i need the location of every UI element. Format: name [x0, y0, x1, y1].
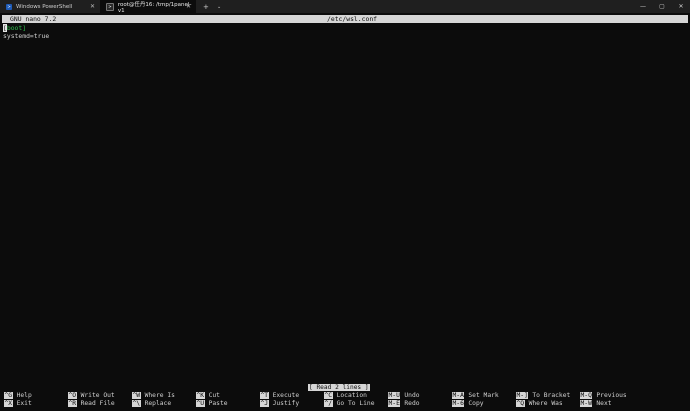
shortcut-key: ^Q — [516, 400, 525, 407]
shortcut-key: ^G — [4, 392, 13, 399]
line-text: boot] — [6, 24, 27, 32]
shortcut-replace: ^\ Replace — [132, 400, 171, 408]
shortcut-where-is: ^W Where Is — [132, 392, 175, 400]
shortcut-key: M-A — [452, 392, 465, 399]
nano-version: GNU nano 7.2 — [10, 15, 57, 23]
shortcut-label: Help — [16, 392, 32, 399]
shortcut-where-was: ^Q Where Was — [516, 400, 563, 408]
chevron-down-icon[interactable]: ⌄ — [217, 0, 221, 13]
shortcut-undo: M-U Undo — [388, 392, 420, 400]
shortcut-key: M-E — [388, 400, 401, 407]
shortcut-label: Next — [596, 400, 612, 407]
minimize-button[interactable]: — — [636, 0, 650, 13]
shortcut-key: ^C — [324, 392, 333, 399]
close-window-button[interactable]: ✕ — [674, 0, 688, 13]
tab-label: root@任丹16: /tmp/1panel-v1 — [117, 1, 192, 14]
shortcut-label: To Bracket — [532, 392, 571, 399]
shortcut-key: M-U — [388, 392, 401, 399]
editor-buffer[interactable]: [boot] systemd=true — [3, 24, 49, 40]
shortcut-label: Justify — [272, 400, 300, 407]
shortcut-location: ^C Location — [324, 392, 367, 400]
shortcut-key: ^R — [68, 400, 77, 407]
shortcut-to-bracket: M-] To Bracket — [516, 392, 570, 400]
tab-bar: > Windows PowerShell ✕ > root@任丹16: /tmp… — [0, 0, 690, 14]
tab-root-terminal[interactable]: > root@任丹16: /tmp/1panel-v1 ✕ — [100, 0, 196, 14]
shortcut-next: M-W Next — [580, 400, 612, 408]
shortcut-key: ^/ — [324, 400, 333, 407]
shortcut-label: Read File — [80, 400, 115, 407]
shortcut-label: Cut — [208, 392, 220, 399]
shortcut-label: Write Out — [80, 392, 115, 399]
shortcut-label: Set Mark — [468, 392, 499, 399]
shortcut-key: ^J — [260, 400, 269, 407]
shortcut-redo: M-E Redo — [388, 400, 420, 408]
editor-line: [boot] — [3, 24, 49, 32]
close-icon[interactable]: ✕ — [186, 3, 191, 10]
shortcut-label: Where Is — [144, 392, 175, 399]
shortcut-justify: ^J Justify — [260, 400, 299, 408]
shortcut-label: Paste — [208, 400, 228, 407]
shortcut-paste: ^U Paste — [196, 400, 228, 408]
shortcut-label: Redo — [404, 400, 420, 407]
close-icon[interactable]: ✕ — [90, 3, 95, 10]
shortcut-label: Location — [336, 392, 367, 399]
shortcut-key: M-Q — [580, 392, 593, 399]
shortcut-label: Where Was — [528, 400, 563, 407]
powershell-icon: > — [6, 3, 12, 10]
shortcut-key: ^T — [260, 392, 269, 399]
shortcut-execute: ^T Execute — [260, 392, 299, 400]
shortcut-label: Replace — [144, 400, 172, 407]
shortcut-key: ^X — [4, 400, 13, 407]
shortcut-label: Exit — [16, 400, 32, 407]
shortcut-key: M-W — [580, 400, 593, 407]
shortcut-cut: ^K Cut — [196, 392, 220, 400]
shortcut-read-file: ^R Read File — [68, 400, 115, 408]
shortcut-key: ^O — [68, 392, 77, 399]
shortcut-key: ^\ — [132, 400, 141, 407]
shortcut-label: Go To Line — [336, 400, 375, 407]
shortcut-label: Copy — [468, 400, 484, 407]
shortcut-key: ^U — [196, 400, 205, 407]
shortcut-bar-row-2: ^X Exit ^R Read File ^\ Replace ^U Paste ^J Justi… — [0, 400, 690, 408]
shortcut-write-out: ^O Write Out — [68, 392, 115, 400]
linux-terminal-icon: > — [106, 2, 114, 11]
shortcut-help: ^G Help — [4, 392, 32, 400]
shortcut-previous: M-Q Previous — [580, 392, 627, 400]
shortcut-key: M-6 — [452, 400, 465, 407]
shortcut-label: Previous — [596, 392, 627, 399]
shortcut-label: Execute — [272, 392, 300, 399]
shortcut-copy: M-6 Copy — [452, 400, 484, 408]
status-message: [ Read 2 lines ] — [308, 384, 370, 391]
shortcut-set-mark: M-A Set Mark — [452, 392, 499, 400]
tab-label: Windows PowerShell — [16, 3, 73, 10]
editor-line: systemd=true — [3, 32, 50, 40]
shortcut-key: ^W — [132, 392, 141, 399]
shortcut-label: Undo — [404, 392, 420, 399]
maximize-button[interactable]: ▢ — [655, 0, 669, 13]
shortcut-exit: ^X Exit — [4, 400, 32, 408]
file-name: /etc/wsl.conf — [327, 15, 378, 23]
new-tab-button[interactable]: + — [203, 0, 209, 13]
terminal-window: > Windows PowerShell ✕ > root@任丹16: /tmp… — [0, 0, 690, 411]
shortcut-go-to-line: ^/Go To Line — [324, 400, 375, 408]
nano-title-bar: GNU nano 7.2 /etc/wsl.conf — [2, 15, 688, 23]
shortcut-bar-row-1: ^G Help ^O Write Out ^W Where Is ^K Cut ^T Execut… — [0, 392, 690, 400]
shortcut-key: M-] — [516, 392, 529, 399]
shortcut-key: ^K — [196, 392, 205, 399]
tab-windows-powershell[interactable]: > Windows PowerShell ✕ — [0, 0, 100, 13]
